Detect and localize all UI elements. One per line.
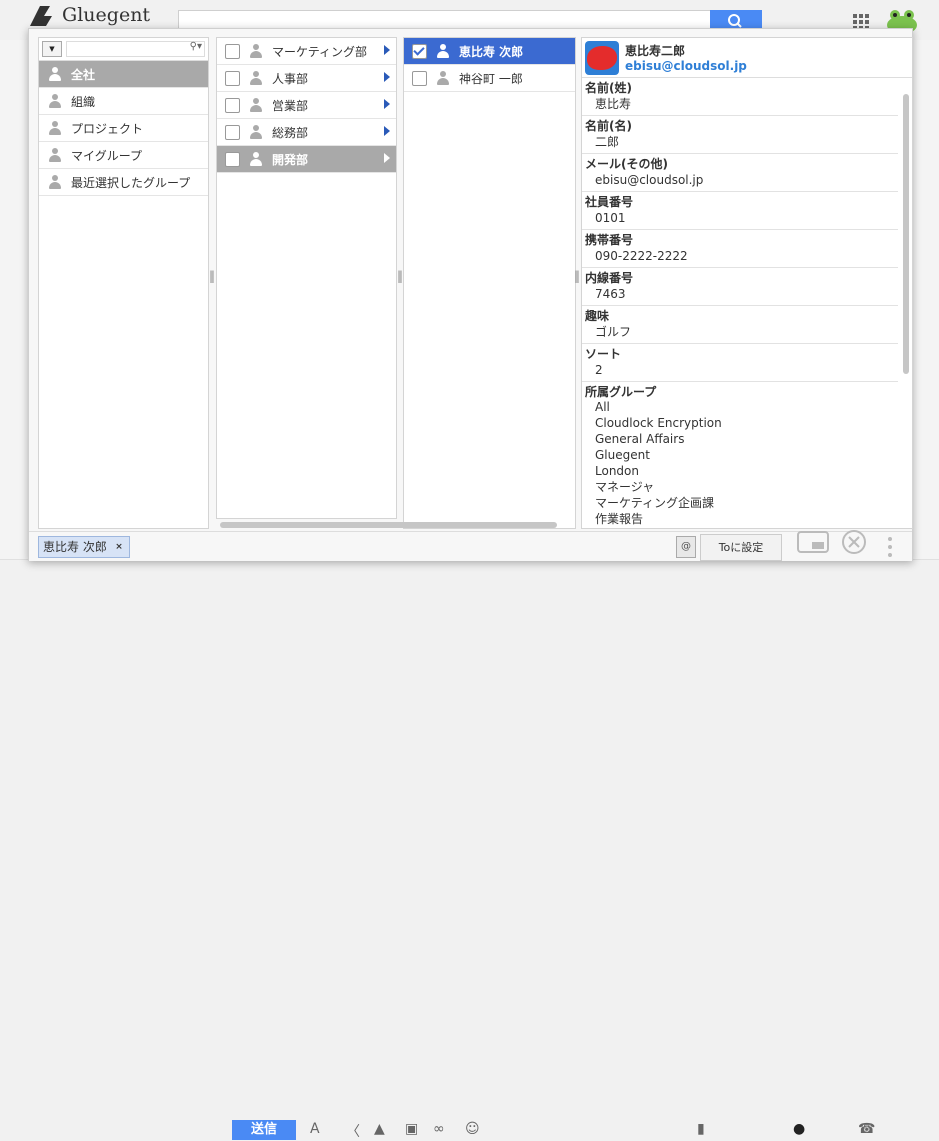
group-list-item: All	[595, 400, 610, 414]
category-item-org[interactable]: 組織	[39, 88, 208, 115]
department-item-sales[interactable]: 営業部	[217, 92, 396, 119]
member-detail-panel: 恵比寿二郎 ebisu@cloudsol.jp 名前(姓) 恵比寿 名前(名) …	[581, 37, 913, 529]
gluegent-logo[interactable]: Gluegent	[26, 2, 150, 30]
filter-input[interactable]: ⚲▾	[66, 41, 205, 57]
detail-email[interactable]: ebisu@cloudsol.jp	[625, 59, 747, 73]
group-list-item: マネージャ	[595, 480, 655, 494]
expand-arrow-icon[interactable]	[384, 45, 390, 55]
category-item-project[interactable]: プロジェクト	[39, 115, 208, 142]
department-item-general-affairs[interactable]: 総務部	[217, 119, 396, 146]
drive-icon[interactable]: ▲	[374, 1121, 385, 1137]
member-item-ebisu[interactable]: 恵比寿 次郎	[404, 38, 575, 65]
column-splitter[interactable]: ‖	[574, 269, 580, 283]
person-icon	[435, 71, 451, 85]
remove-chip-icon[interactable]: ×	[115, 537, 123, 557]
detail-header: 恵比寿二郎 ebisu@cloudsol.jp	[582, 38, 912, 78]
department-checkbox[interactable]	[225, 43, 240, 59]
group-list-item: London	[595, 464, 639, 478]
gluegent-logo-icon	[30, 6, 52, 26]
more-vert-icon[interactable]	[885, 534, 895, 560]
group-list-item: Cloudlock Encryption	[595, 416, 722, 430]
selected-recipient-chip[interactable]: 恵比寿 次郎 ×	[38, 536, 130, 558]
filter-row: ▼ ⚲▾	[39, 38, 208, 61]
group-list-item: General Affairs	[595, 432, 685, 446]
field-employee-number: 社員番号 0101	[582, 192, 898, 230]
field-mobile-number: 携帯番号 090-2222-2222	[582, 230, 898, 268]
insert-photo-icon[interactable]: ▣	[405, 1121, 418, 1137]
group-icon	[47, 121, 63, 135]
group-list-item: 作業報告	[595, 512, 644, 526]
field-last-name: 名前(姓) 恵比寿	[582, 78, 898, 116]
magnifier-icon: ⚲▾	[189, 41, 202, 52]
person-icon	[435, 44, 451, 58]
phone-icon[interactable]: ☎	[858, 1121, 875, 1137]
field-first-name: 名前(名) 二郎	[582, 116, 898, 154]
group-icon	[47, 175, 63, 189]
compose-toolbar: 送信 A 〈 ▲ ▣ ∞ ☺ ▮ ● ☎	[0, 559, 939, 1140]
background-sidebar	[0, 40, 30, 585]
expand-arrow-icon[interactable]	[384, 99, 390, 109]
horizontal-scrollbar[interactable]	[220, 522, 557, 528]
vertical-scrollbar[interactable]	[903, 94, 909, 374]
group-icon	[47, 94, 63, 108]
format-text-icon[interactable]: A	[310, 1121, 320, 1137]
group-list: All Cloudlock Encryption General Affairs…	[585, 399, 895, 527]
column-splitter[interactable]: ‖	[209, 269, 215, 283]
group-icon	[47, 148, 63, 162]
emoji-icon[interactable]: ☺	[465, 1121, 480, 1137]
contact-icon[interactable]: ●	[793, 1121, 805, 1137]
address-at-icon[interactable]: @	[676, 536, 696, 558]
field-hobby: 趣味 ゴルフ	[582, 306, 898, 344]
expand-arrow-icon[interactable]	[384, 153, 390, 163]
department-item-marketing[interactable]: マーケティング部	[217, 38, 396, 65]
field-email-other: メール(その他) ebisu@cloudsol.jp	[582, 154, 898, 192]
address-picker-dialog: ▼ ⚲▾ 全社 組織 プロジェクト マイグループ 最近選択したグループ ‖ マー…	[28, 28, 913, 561]
field-extension-number: 内線番号 7463	[582, 268, 898, 306]
group-icon	[248, 125, 264, 139]
department-item-hr[interactable]: 人事部	[217, 65, 396, 92]
background-right-panel	[911, 40, 939, 585]
category-item-mygroup[interactable]: マイグループ	[39, 142, 208, 169]
selection-bar: 恵比寿 次郎 × @ Toに設定	[29, 528, 912, 561]
expand-arrow-icon[interactable]	[384, 72, 390, 82]
insert-link-icon[interactable]: ∞	[433, 1121, 445, 1137]
expand-arrow-icon[interactable]	[384, 126, 390, 136]
group-icon	[248, 44, 264, 58]
group-list-item: Gluegent	[595, 448, 650, 462]
group-list-item: マーケティング企画課	[595, 496, 715, 510]
member-item-kamiyacho[interactable]: 神谷町 一郎	[404, 65, 575, 92]
group-category-list: ▼ ⚲▾ 全社 組織 プロジェクト マイグループ 最近選択したグループ	[38, 37, 209, 529]
member-checkbox[interactable]	[412, 43, 427, 59]
send-button[interactable]: 送信	[232, 1120, 296, 1140]
avatar	[585, 40, 619, 75]
detail-name: 恵比寿二郎	[625, 44, 686, 58]
category-item-recent[interactable]: 最近選択したグループ	[39, 169, 208, 196]
member-checkbox[interactable]	[412, 70, 427, 86]
field-sort: ソート 2	[582, 344, 898, 382]
detail-fields: 名前(姓) 恵比寿 名前(名) 二郎 メール(その他) ebisu@clouds…	[582, 78, 898, 528]
group-icon	[47, 67, 63, 81]
trash-icon[interactable]: ▮	[697, 1121, 705, 1137]
group-icon	[248, 71, 264, 85]
picture-in-picture-icon[interactable]	[796, 528, 830, 556]
member-list: 恵比寿 次郎 神谷町 一郎	[403, 37, 576, 529]
filter-dropdown[interactable]: ▼	[42, 41, 62, 57]
category-item-all[interactable]: 全社	[39, 61, 208, 88]
field-groups: 所属グループ All Cloudlock Encryption General …	[582, 382, 898, 528]
group-icon	[248, 152, 264, 166]
department-checkbox[interactable]	[225, 124, 240, 140]
department-list: マーケティング部 人事部 営業部 総務部 開発部	[216, 37, 397, 519]
department-checkbox[interactable]	[225, 151, 240, 167]
attach-icon[interactable]: 〈	[346, 1121, 360, 1141]
close-circle-icon[interactable]	[840, 528, 868, 556]
department-checkbox[interactable]	[225, 70, 240, 86]
department-checkbox[interactable]	[225, 97, 240, 113]
department-item-development[interactable]: 開発部	[217, 146, 396, 173]
group-icon	[248, 98, 264, 112]
set-to-button[interactable]: Toに設定	[700, 534, 782, 561]
